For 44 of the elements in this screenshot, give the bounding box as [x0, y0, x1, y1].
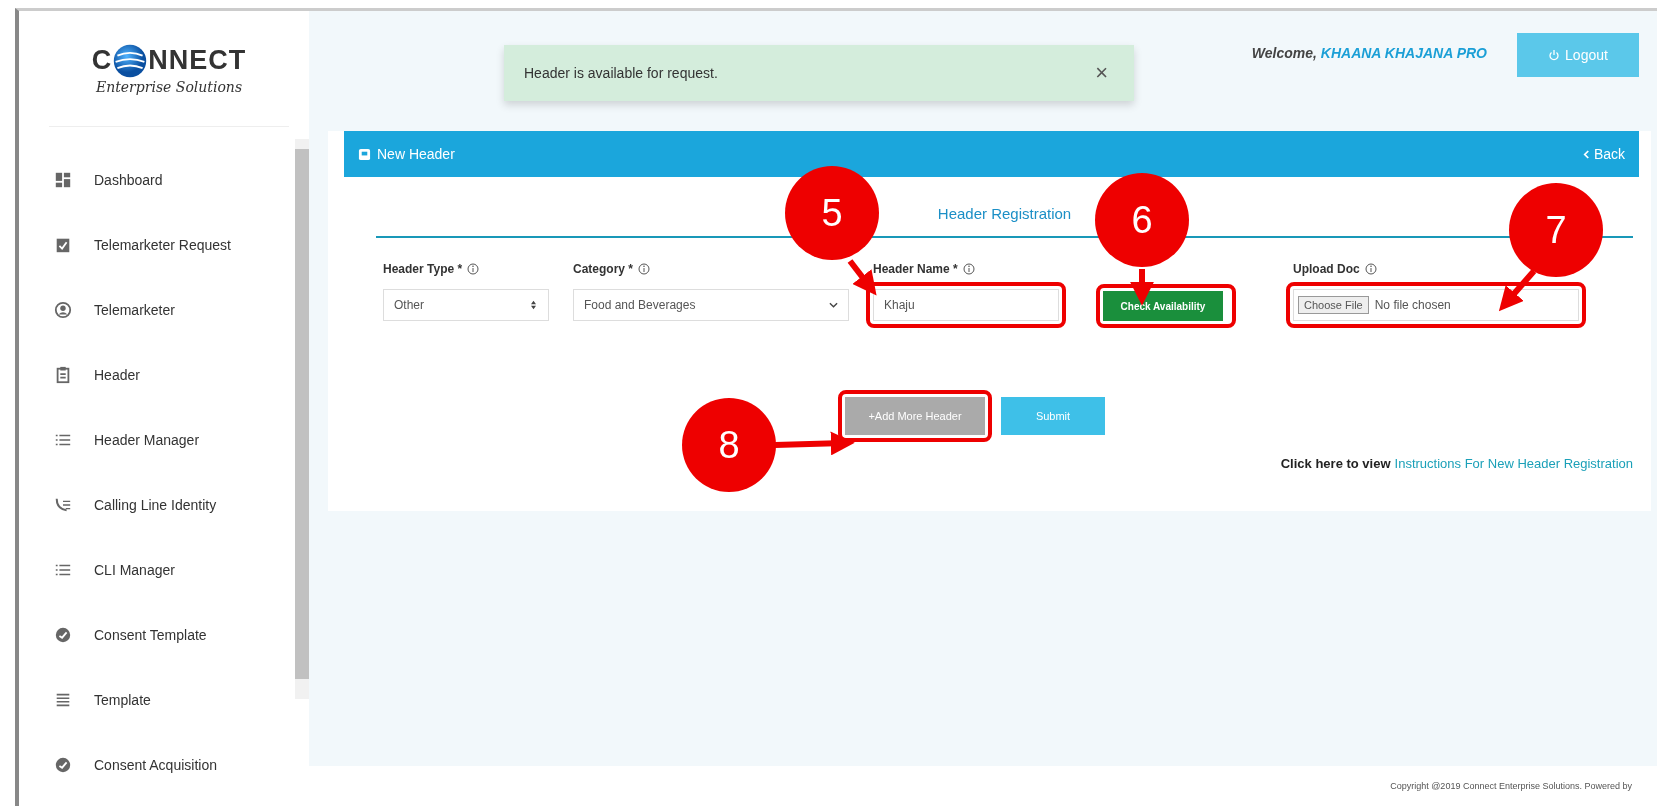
- sidebar-item[interactable]: Dashboard: [49, 147, 295, 212]
- globe-icon: [112, 42, 149, 79]
- sidebar-item[interactable]: Calling Line Identity: [49, 472, 295, 537]
- sidebar-item[interactable]: CLI Manager: [49, 537, 295, 602]
- category-select[interactable]: Food and Beverages: [573, 289, 849, 321]
- info-icon: [467, 263, 480, 275]
- document-icon: [358, 147, 371, 161]
- user-icon: [54, 300, 72, 319]
- sidebar-item[interactable]: Template: [49, 667, 295, 732]
- info-icon: [638, 263, 651, 275]
- scrollbar[interactable]: [295, 139, 309, 699]
- sidebar-item[interactable]: Telemarketer: [49, 277, 295, 342]
- toast-message: Header is available for request.: [524, 65, 718, 81]
- sidebar-item[interactable]: Consent Template: [49, 602, 295, 667]
- logo-tagline: Enterprise Solutions: [95, 78, 243, 95]
- check-availability-button[interactable]: Check Availability: [1103, 291, 1223, 321]
- chevron-down-icon: [829, 300, 838, 310]
- field-label: Category *: [573, 262, 634, 276]
- field-label: Header Type *: [383, 262, 463, 276]
- welcome-text: Welcome, KHAANA KHAJANA PRO: [1251, 45, 1487, 61]
- info-icon: [962, 263, 975, 275]
- up-down-arrows-icon: [529, 300, 538, 310]
- sidebar-item[interactable]: Telemarketer Request: [49, 212, 295, 277]
- header-name-field[interactable]: Khaju: [873, 289, 1059, 321]
- info-icon: [1364, 263, 1377, 275]
- copyright-text: Copyright @2019 Connect Enterprise Solutions. Powered by: [1390, 781, 1632, 791]
- panel-title: New Header: [377, 146, 455, 162]
- header-type-select[interactable]: Other: [383, 289, 549, 321]
- chevron-left-icon: [1582, 149, 1590, 159]
- logo-wordmark: C NNECT: [91, 42, 247, 79]
- check-circle-icon: [54, 625, 72, 644]
- field-label: Upload Doc: [1293, 262, 1360, 276]
- close-button[interactable]: ×: [1089, 59, 1114, 87]
- sidebar-item[interactable]: Consent Acquisition: [49, 732, 295, 797]
- sidebar-item[interactable]: Header: [49, 342, 295, 407]
- file-input[interactable]: Choose File No file chosen: [1293, 289, 1579, 321]
- dashboard-icon: [54, 170, 72, 189]
- instructions-text: Click here to view: [1280, 456, 1391, 471]
- power-icon: [1548, 49, 1561, 61]
- form-title: Header Registration: [937, 205, 1072, 222]
- field-label: Header Name *: [873, 262, 958, 276]
- clipboard-icon: [54, 365, 72, 384]
- check-circle-icon: [54, 755, 72, 774]
- sidebar-item[interactable]: Header Manager: [49, 407, 295, 472]
